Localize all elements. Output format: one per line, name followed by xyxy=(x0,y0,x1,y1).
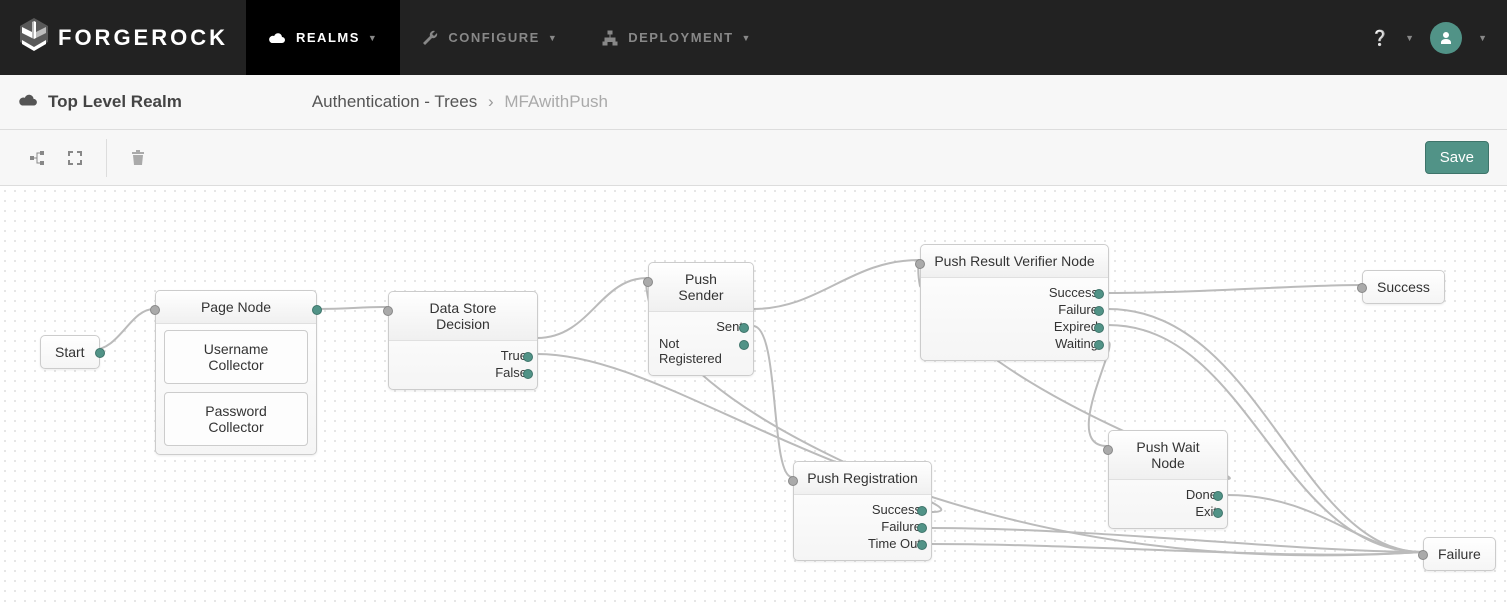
port-out[interactable] xyxy=(523,352,533,362)
caret-down-icon: ▼ xyxy=(548,33,558,43)
node-success[interactable]: Success xyxy=(1362,270,1445,304)
outcome-waiting: Waiting xyxy=(931,335,1098,352)
realm-title[interactable]: Top Level Realm xyxy=(48,92,182,112)
outcome-expired: Expired xyxy=(931,318,1098,335)
port-out[interactable] xyxy=(1213,508,1223,518)
node-push-registration[interactable]: Push Registration Success Failure Time O… xyxy=(793,461,932,561)
caret-down-icon: ▼ xyxy=(368,33,378,43)
nav-deployment[interactable]: DEPLOYMENT ▼ xyxy=(580,0,774,75)
node-page[interactable]: Page Node Username Collector Password Co… xyxy=(155,290,317,455)
port-out[interactable] xyxy=(1094,289,1104,299)
outcome-true: True xyxy=(399,347,527,364)
outcome-false: False xyxy=(399,364,527,381)
node-title: Push Result Verifier Node xyxy=(921,245,1108,278)
caret-down-icon[interactable]: ▼ xyxy=(1405,33,1414,43)
sitemap-icon xyxy=(602,30,618,46)
save-button[interactable]: Save xyxy=(1425,141,1489,174)
port-out[interactable] xyxy=(917,540,927,550)
cloud-icon xyxy=(268,31,286,45)
outcome-exit: Exit xyxy=(1119,503,1217,520)
node-label: Start xyxy=(55,344,85,360)
crumb-current: MFAwithPush xyxy=(504,92,608,111)
port-out[interactable] xyxy=(523,369,533,379)
outcome-success: Success xyxy=(931,284,1098,301)
node-title: Data Store Decision xyxy=(389,292,537,341)
node-label: Failure xyxy=(1438,546,1481,562)
node-label: Success xyxy=(1377,279,1430,295)
port-in[interactable] xyxy=(915,259,925,269)
node-start[interactable]: Start xyxy=(40,335,100,369)
port-out[interactable] xyxy=(917,523,927,533)
node-title: Push Sender xyxy=(649,263,753,312)
outcome-timeout: Time Out xyxy=(804,535,921,552)
outcome-done: Done xyxy=(1119,486,1217,503)
auto-layout-button[interactable] xyxy=(18,139,56,177)
sub-bar: Top Level Realm Authentication - Trees ›… xyxy=(0,75,1507,130)
chevron-right-icon: › xyxy=(488,92,494,111)
nav-deployment-label: DEPLOYMENT xyxy=(628,30,733,45)
port-out[interactable] xyxy=(739,340,749,350)
port-in[interactable] xyxy=(383,306,393,316)
nav-configure-label: CONFIGURE xyxy=(448,30,540,45)
nav-realms[interactable]: REALMS ▼ xyxy=(246,0,400,75)
node-data-store-decision[interactable]: Data Store Decision True False xyxy=(388,291,538,390)
port-out[interactable] xyxy=(739,323,749,333)
breadcrumb: Authentication - Trees › MFAwithPush xyxy=(312,92,608,112)
nav-realms-label: REALMS xyxy=(296,30,360,45)
wrench-icon xyxy=(422,30,438,46)
nav-configure[interactable]: CONFIGURE ▼ xyxy=(400,0,580,75)
outcome-not-registered: Not Registered xyxy=(659,335,743,367)
node-title: Push Registration xyxy=(794,462,931,495)
caret-down-icon[interactable]: ▼ xyxy=(1478,33,1487,43)
port-in[interactable] xyxy=(1103,445,1113,455)
user-icon xyxy=(1438,30,1454,46)
brand-logo[interactable]: FORGEROCK xyxy=(0,0,246,75)
caret-down-icon: ▼ xyxy=(742,33,752,43)
node-push-sender[interactable]: Push Sender Sent Not Registered xyxy=(648,262,754,376)
nav-right: ❔ ▼ ▼ xyxy=(1370,22,1507,54)
node-push-result-verifier[interactable]: Push Result Verifier Node Success Failur… xyxy=(920,244,1109,361)
outcome-failure: Failure xyxy=(931,301,1098,318)
port-out[interactable] xyxy=(1094,306,1104,316)
port-in[interactable] xyxy=(788,476,798,486)
port-out[interactable] xyxy=(1213,491,1223,501)
delete-button[interactable] xyxy=(119,139,157,177)
port-out[interactable] xyxy=(1094,323,1104,333)
tree-canvas[interactable]: Start Page Node Username Collector Passw… xyxy=(0,186,1507,602)
port-out[interactable] xyxy=(917,506,927,516)
subnode-username-collector[interactable]: Username Collector xyxy=(164,330,308,384)
port-in[interactable] xyxy=(643,277,653,287)
outcome-sent: Sent xyxy=(659,318,743,335)
port-out[interactable] xyxy=(312,305,322,315)
node-failure[interactable]: Failure xyxy=(1423,537,1496,571)
port-out[interactable] xyxy=(1094,340,1104,350)
crumb-parent[interactable]: Authentication - Trees xyxy=(312,92,477,111)
forgerock-icon xyxy=(18,18,50,58)
divider xyxy=(106,139,107,177)
toolbar: Save xyxy=(0,130,1507,186)
node-title: Page Node xyxy=(156,291,316,324)
outcome-failure: Failure xyxy=(804,518,921,535)
brand-text: FORGEROCK xyxy=(58,25,228,51)
node-title: Push Wait Node xyxy=(1109,431,1227,480)
cloud-icon xyxy=(18,92,38,113)
port-in[interactable] xyxy=(1418,550,1428,560)
node-push-wait[interactable]: Push Wait Node Done Exit xyxy=(1108,430,1228,529)
top-nav: FORGEROCK REALMS ▼ CONFIGURE ▼ DEPLOYMEN… xyxy=(0,0,1507,75)
outcome-success: Success xyxy=(804,501,921,518)
port-in[interactable] xyxy=(1357,283,1367,293)
help-icon[interactable]: ❔ xyxy=(1370,29,1389,47)
fullscreen-button[interactable] xyxy=(56,139,94,177)
user-avatar[interactable] xyxy=(1430,22,1462,54)
subnode-password-collector[interactable]: Password Collector xyxy=(164,392,308,446)
port-in[interactable] xyxy=(150,305,160,315)
port-out[interactable] xyxy=(95,348,105,358)
